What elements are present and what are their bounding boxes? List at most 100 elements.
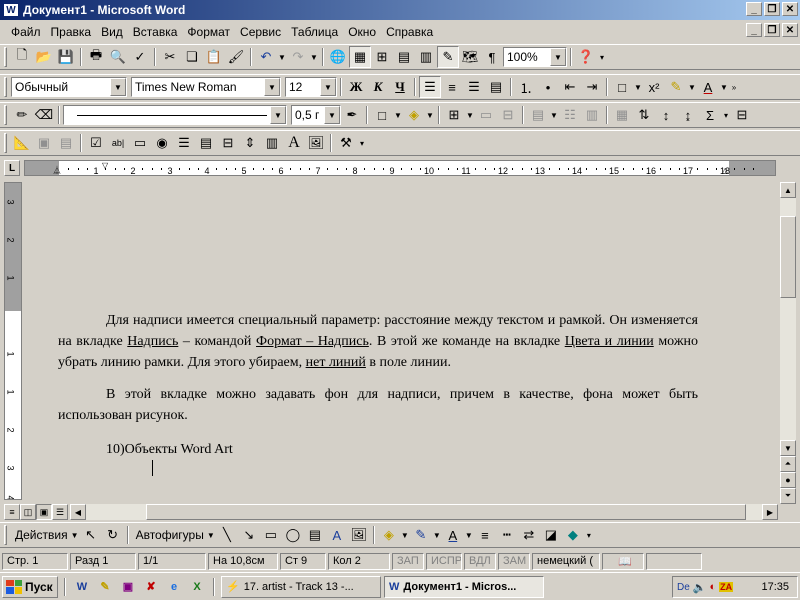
view-code-icon[interactable]: ▤ bbox=[55, 132, 77, 154]
menu-format[interactable]: Формат bbox=[182, 25, 235, 39]
language-indicator[interactable]: De bbox=[677, 582, 690, 593]
doc-restore-button[interactable]: ❐ bbox=[764, 23, 780, 37]
toggle-button-control-icon[interactable]: ⊟ bbox=[217, 132, 239, 154]
border-color-icon[interactable]: ✒ bbox=[341, 104, 363, 126]
bold-button[interactable]: Ж bbox=[345, 76, 367, 98]
chevron-down-icon[interactable]: ▼ bbox=[550, 48, 566, 66]
line-style-combo[interactable]: ▼ bbox=[63, 105, 287, 125]
wordart-tool-icon[interactable]: A bbox=[326, 524, 348, 546]
horizontal-scroll-thumb[interactable] bbox=[146, 504, 746, 520]
quick-launch-ie-icon[interactable]: e bbox=[164, 577, 184, 597]
checkbox-control-icon[interactable]: ☑ bbox=[85, 132, 107, 154]
save-icon[interactable]: 💾 bbox=[55, 46, 77, 68]
label-control-icon[interactable]: A bbox=[283, 132, 305, 154]
horizontal-ruler[interactable]: 1 2 3 4 5 6 7 8 9 10 11 12 13 14 15 16 17 18 ⏅ ▽ △ bbox=[24, 160, 776, 176]
underline-button[interactable]: Ч bbox=[389, 76, 411, 98]
option-button-control-icon[interactable]: ◉ bbox=[151, 132, 173, 154]
more-buttons-icon[interactable]: ▾ bbox=[357, 139, 367, 148]
insert-table-icon[interactable]: ⊞ bbox=[371, 46, 393, 68]
chevron-down-icon[interactable]: ▼ bbox=[324, 106, 340, 124]
normal-view-button[interactable]: ≡ bbox=[4, 504, 20, 520]
bullets-icon[interactable]: • bbox=[537, 76, 559, 98]
draw-table-pencil-icon[interactable]: ✏ bbox=[11, 104, 33, 126]
style-combo[interactable]: Обычный ▼ bbox=[11, 77, 127, 97]
highlight-icon[interactable]: ✎ bbox=[665, 76, 687, 98]
more-controls-icon[interactable]: ⚒ bbox=[335, 132, 357, 154]
quick-launch-acrobat-icon[interactable]: ✘ bbox=[141, 577, 161, 597]
zoom-combo[interactable]: 100% ▼ bbox=[503, 47, 567, 67]
menu-insert[interactable]: Вставка bbox=[128, 25, 183, 39]
scroll-up-button[interactable]: ▲ bbox=[780, 182, 796, 198]
paragraph-3[interactable]: 10)Объекты Word Art bbox=[58, 439, 698, 460]
textbox-control-icon[interactable]: ab| bbox=[107, 132, 129, 154]
tray-za-icon[interactable]: ZA bbox=[719, 582, 734, 592]
actions-menu[interactable]: Действия bbox=[11, 528, 70, 542]
taskbar-item-artist[interactable]: ⚡ 17. artist - Track 13 -... bbox=[221, 575, 381, 598]
arrow-style-icon[interactable]: ⇄ bbox=[518, 524, 540, 546]
align-center-icon[interactable]: ≡ bbox=[441, 76, 463, 98]
close-button[interactable]: ✕ bbox=[782, 2, 798, 16]
more-buttons-icon[interactable]: » bbox=[729, 83, 739, 92]
start-button[interactable]: Пуск bbox=[2, 575, 58, 598]
align-top-icon[interactable]: ▤ bbox=[527, 104, 549, 126]
arrow-tool-icon[interactable]: ↘ bbox=[238, 524, 260, 546]
italic-button[interactable]: К bbox=[367, 76, 389, 98]
horizontal-scrollbar[interactable]: ◀ ▶ bbox=[70, 504, 778, 520]
font-color-dropdown-icon[interactable]: ▼ bbox=[719, 83, 729, 92]
undo-dropdown-icon[interactable]: ▼ bbox=[277, 53, 287, 62]
taskbar-item-word[interactable]: W Документ1 - Micros... bbox=[384, 575, 544, 598]
status-record-macro[interactable]: ЗАП bbox=[392, 552, 424, 570]
scroll-down-button[interactable]: ▼ bbox=[780, 440, 796, 456]
line-weight-combo[interactable]: 0,5 г ▼ bbox=[291, 105, 341, 125]
toolbar-grip[interactable] bbox=[4, 77, 7, 97]
tab-selector[interactable]: L bbox=[4, 160, 20, 176]
clip-art-icon[interactable]: 🖼 bbox=[348, 524, 370, 546]
sort-ascending-icon[interactable]: ↕ bbox=[655, 104, 677, 126]
document-page[interactable]: Для надписи имеется специальный параметр… bbox=[24, 182, 780, 504]
doc-close-button[interactable]: ✕ bbox=[782, 23, 798, 37]
menu-window[interactable]: Окно bbox=[343, 25, 381, 39]
document-area[interactable]: Для надписи имеется специальный параметр… bbox=[24, 182, 780, 504]
table-autoformat-icon[interactable]: ▦ bbox=[611, 104, 633, 126]
text-box-tool-icon[interactable]: ▤ bbox=[304, 524, 326, 546]
fill-color-dropdown-icon[interactable]: ▼ bbox=[400, 531, 410, 540]
left-indent-marker[interactable]: ⏅ bbox=[53, 167, 61, 175]
image-control-icon[interactable]: 🖼 bbox=[305, 132, 327, 154]
line-color-dropdown-icon[interactable]: ▼ bbox=[432, 531, 442, 540]
listbox-control-icon[interactable]: ☰ bbox=[173, 132, 195, 154]
menu-file[interactable]: Файл bbox=[6, 25, 46, 39]
status-track-changes[interactable]: ИСПР bbox=[426, 552, 462, 570]
chevron-down-icon[interactable]: ▼ bbox=[206, 531, 216, 540]
quick-launch-word-icon[interactable]: W bbox=[72, 577, 92, 597]
toolbar-grip[interactable] bbox=[4, 525, 7, 545]
word-app-icon[interactable]: W bbox=[3, 3, 19, 17]
scroll-right-button[interactable]: ▶ bbox=[762, 504, 778, 520]
autosum-icon[interactable]: Σ bbox=[699, 104, 721, 126]
chevron-down-icon[interactable]: ▼ bbox=[270, 106, 286, 124]
cut-icon[interactable]: ✂ bbox=[159, 46, 181, 68]
quick-launch-media-icon[interactable]: ▣ bbox=[118, 577, 138, 597]
increase-indent-icon[interactable]: ⇥ bbox=[581, 76, 603, 98]
properties-icon[interactable]: ▣ bbox=[33, 132, 55, 154]
dash-style-icon[interactable]: ┅ bbox=[496, 524, 518, 546]
decrease-indent-icon[interactable]: ⇤ bbox=[559, 76, 581, 98]
print-icon[interactable]: 🖶 bbox=[85, 46, 107, 68]
spelling-status-icon[interactable]: 📖 bbox=[602, 552, 644, 570]
font-combo[interactable]: Times New Roman ▼ bbox=[131, 77, 281, 97]
print-preview-icon[interactable]: 🔍 bbox=[107, 46, 129, 68]
font-color-icon[interactable]: A bbox=[697, 76, 719, 98]
columns-icon[interactable]: ▥ bbox=[415, 46, 437, 68]
redo-icon[interactable]: ↷ bbox=[287, 46, 309, 68]
drawing-icon[interactable]: ✎ bbox=[437, 46, 459, 68]
border-icon[interactable]: □ bbox=[611, 76, 633, 98]
rectangle-tool-icon[interactable]: ▭ bbox=[260, 524, 282, 546]
next-page-button[interactable]: ⏷ bbox=[780, 488, 796, 504]
quick-launch-excel-icon[interactable]: X bbox=[187, 577, 207, 597]
tables-borders-icon[interactable]: ▦ bbox=[349, 46, 371, 68]
shading-color-icon[interactable]: ◈ bbox=[403, 104, 425, 126]
font-color-icon[interactable]: A bbox=[442, 524, 464, 546]
split-cells-icon[interactable]: ⊟ bbox=[497, 104, 519, 126]
print-layout-view-button[interactable]: ▣ bbox=[36, 504, 52, 520]
distribute-rows-icon[interactable]: ☷ bbox=[559, 104, 581, 126]
insert-table-icon[interactable]: ⊞ bbox=[443, 104, 465, 126]
